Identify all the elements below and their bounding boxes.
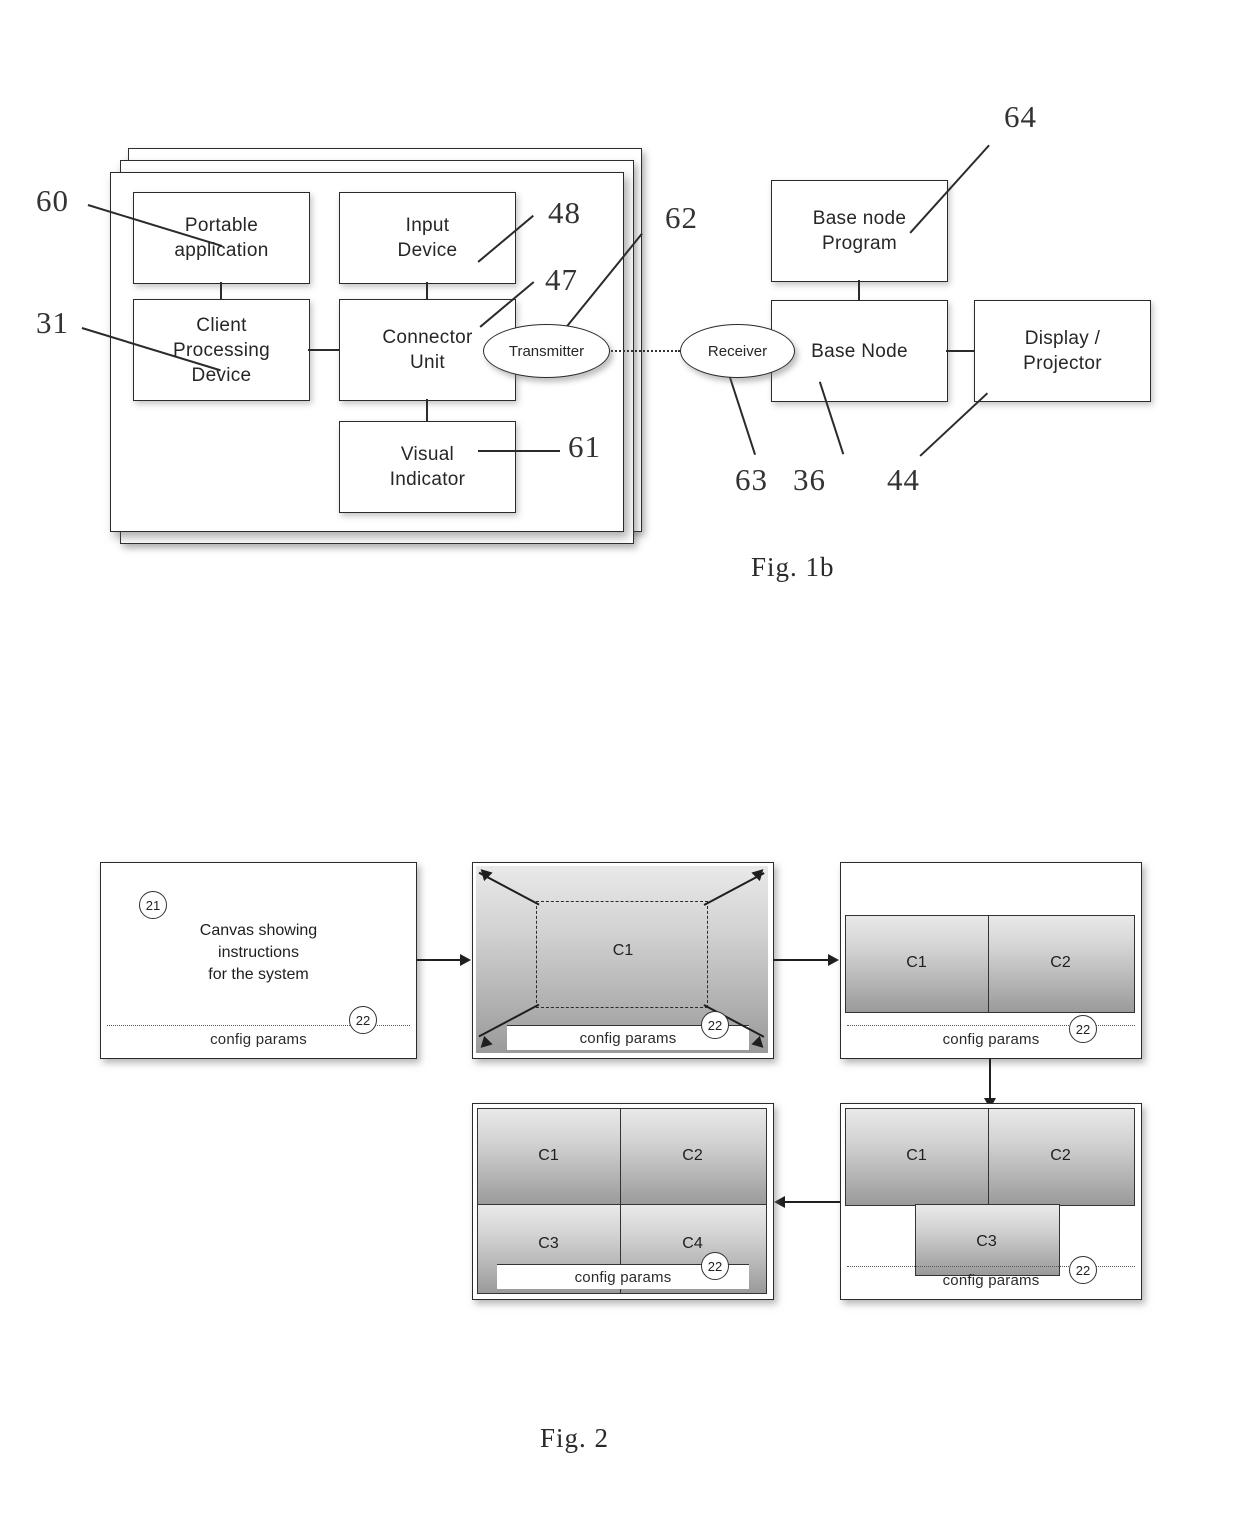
cell-label-c1-p5: C1 (906, 1147, 927, 1164)
transmitter-label: Transmitter (508, 342, 585, 360)
cell-label-c4-p4: C4 (682, 1235, 703, 1252)
display-projector-label-line2: Projector (1023, 353, 1102, 374)
ref-61: 61 (568, 429, 601, 464)
connector-unit-label-line1: Connector (382, 327, 473, 348)
panel-four-canvas[interactable]: C1 C2 C3 C4 config params 22 (472, 1103, 774, 1300)
instructions-line1: Canvas showing (199, 922, 318, 939)
badge-config-22-p2: 22 (701, 1011, 729, 1039)
display-projector-box[interactable]: Display / Projector (974, 300, 1151, 402)
ref-48: 48 (548, 195, 581, 230)
badge-canvas-21: 21 (139, 891, 167, 919)
arrow-p3-to-p5-line (989, 1058, 991, 1102)
base-node-program-box[interactable]: Base node Program (771, 180, 948, 282)
leader-61 (478, 450, 560, 452)
figure-2-caption: Fig. 2 (540, 1423, 610, 1453)
arrow-p2-to-p3-line (773, 959, 830, 961)
ref-62: 62 (665, 200, 698, 235)
cell-label-c2-p3: C2 (1050, 954, 1071, 971)
ref-60: 60 (36, 183, 69, 218)
transmitter-ellipse[interactable]: Transmitter (483, 324, 610, 378)
ref-47: 47 (545, 262, 578, 297)
receiver-ellipse[interactable]: Receiver (680, 324, 795, 378)
arrow-p1-to-p2-head (460, 954, 471, 966)
arrow-p5-to-p4-line (782, 1201, 840, 1203)
cell-label-c1-p2: C1 (612, 942, 634, 959)
figure-1b-caption: Fig. 1b (751, 552, 835, 582)
connector-basenode-to-display (946, 350, 974, 352)
cell-label-c1-p3: C1 (906, 954, 927, 971)
connector-connectorunit-to-visual (426, 399, 428, 421)
display-projector-label-line1: Display / (1024, 328, 1101, 349)
panel-two-canvas[interactable]: C1 C2 config params 22 (840, 862, 1142, 1059)
cell-label-c3-p4: C3 (538, 1235, 559, 1252)
ref-36: 36 (793, 462, 826, 497)
arrow-p1-to-p2-line (416, 959, 462, 961)
panel-single-canvas[interactable]: C1 config params 22 (472, 862, 774, 1059)
arrow-p5-to-p4-head (774, 1196, 785, 1208)
connector-basenodeprogram-to-basenode (858, 280, 860, 300)
receiver-label: Receiver (707, 342, 768, 360)
connector-unit-label-line2: Unit (410, 352, 445, 373)
ref-44: 44 (887, 462, 920, 497)
arrow-p2-to-p3-head (828, 954, 839, 966)
badge-config-22-p5: 22 (1069, 1256, 1097, 1284)
leader-44 (919, 392, 988, 457)
client-processing-device-label-line3: Device (191, 364, 252, 386)
cell-label-c2-p4: C2 (682, 1147, 703, 1164)
input-device-box[interactable]: Input Device (339, 192, 516, 284)
panel-instructions-title: Canvas showing instructions for the syst… (101, 918, 416, 988)
leader-63 (728, 373, 757, 455)
input-device-label-line1: Input (405, 215, 450, 236)
client-processing-device-label-line1: Client (196, 314, 247, 336)
base-node-program-label-line2: Program (822, 233, 897, 254)
connector-portable-to-client (220, 282, 222, 299)
connector-client-to-connectorunit (308, 349, 339, 351)
instructions-line3: for the system (208, 966, 309, 983)
cell-label-c3-p5: C3 (976, 1233, 997, 1250)
config-params-label-4: config params (574, 1268, 672, 1286)
connector-input-to-connectorunit (426, 282, 428, 299)
input-device-label-line2: Device (397, 240, 458, 261)
badge-config-22-p1: 22 (349, 1006, 377, 1034)
config-params-label-2: config params (579, 1029, 677, 1047)
ref-64: 64 (1004, 99, 1037, 134)
wireless-link (608, 350, 680, 352)
base-node-box[interactable]: Base Node (771, 300, 948, 402)
config-params-label-3: config params (942, 1030, 1040, 1048)
badge-config-22-p4: 22 (701, 1252, 729, 1280)
config-params-label-1: config params (210, 1030, 307, 1048)
panel-instructions[interactable]: 21 Canvas showing instructions for the s… (100, 862, 417, 1059)
portable-application-box[interactable]: Portable application (133, 192, 310, 284)
config-params-label-5: config params (942, 1271, 1040, 1289)
ref-31: 31 (36, 305, 69, 340)
visual-indicator-box[interactable]: Visual Indicator (339, 421, 516, 513)
visual-indicator-label-line2: Indicator (389, 469, 466, 490)
instructions-line2: instructions (218, 944, 299, 961)
badge-config-22-p3: 22 (1069, 1015, 1097, 1043)
cell-label-c1-p4: C1 (538, 1147, 559, 1164)
panel-three-canvas[interactable]: C1 C2 C3 config params 22 (840, 1103, 1142, 1300)
cell-label-c2-p5: C2 (1050, 1147, 1071, 1164)
base-node-program-label-line1: Base node (812, 208, 907, 229)
ref-63: 63 (735, 462, 768, 497)
visual-indicator-label-line1: Visual (400, 444, 455, 465)
figure-1b: Portable application Input Device Client… (0, 0, 1240, 640)
figure-2: 21 Canvas showing instructions for the s… (0, 820, 1240, 1520)
base-node-label: Base Node (811, 340, 908, 362)
portable-application-label-line2: application (174, 240, 269, 261)
